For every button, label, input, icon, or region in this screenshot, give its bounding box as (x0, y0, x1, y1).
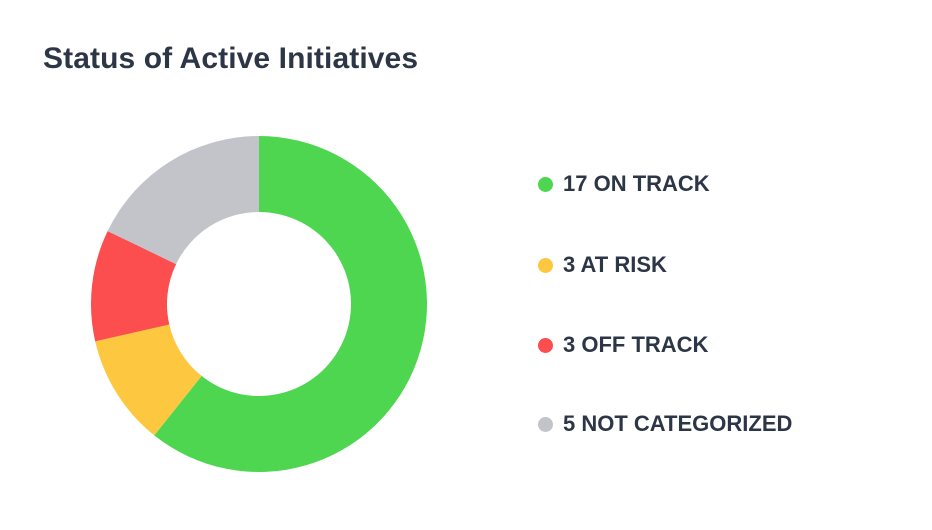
legend-item-off-track[interactable]: 3 OFF TRACK (538, 330, 708, 360)
donut-chart (91, 136, 427, 472)
legend-item-not-categorized[interactable]: 5 NOT CATEGORIZED (538, 409, 792, 439)
legend-label-at-risk: 3 AT RISK (563, 252, 667, 277)
legend-item-on-track[interactable]: 17 ON TRACK (538, 169, 710, 199)
legend-dot-not-categorized (538, 416, 553, 432)
legend-item-at-risk[interactable]: 3 AT RISK (538, 250, 667, 280)
legend-label-off-track: 3 OFF TRACK (563, 332, 709, 357)
legend-dot-off-track (538, 337, 553, 353)
legend-dot-on-track (538, 176, 553, 192)
legend-label-on-track: 17 ON TRACK (563, 171, 710, 196)
legend-dot-at-risk (538, 257, 553, 273)
chart-legend: 17 ON TRACK 3 AT RISK 3 OFF TRACK 5 NOT … (538, 0, 918, 530)
legend-label-not-categorized: 5 NOT CATEGORIZED (563, 411, 793, 436)
chart-card: Status of Active Initiatives 17 ON TRACK… (0, 0, 932, 530)
chart-title: Status of Active Initiatives (43, 42, 419, 75)
